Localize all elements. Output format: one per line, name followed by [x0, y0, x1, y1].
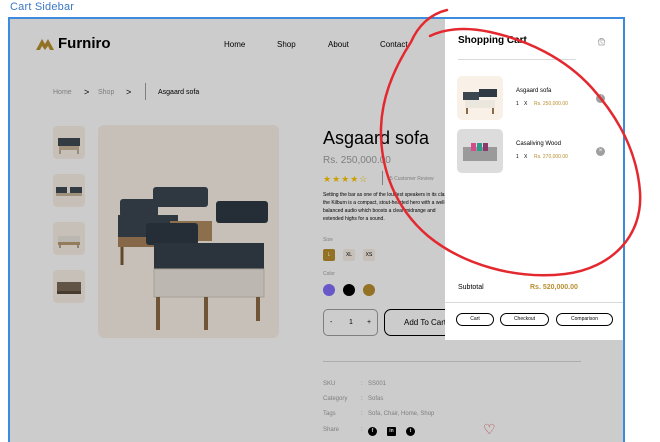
cart-item-times: X: [524, 101, 528, 107]
cart-item-price: Rs. 250,000.00: [534, 101, 568, 107]
cart-item-name[interactable]: Casaliving Wood: [516, 141, 561, 147]
cart-title-divider: [458, 59, 576, 60]
cart-sidebar: Shopping Cart Asgaard sofa 1 X Rs. 250,0…: [445, 19, 623, 340]
cart-item-name[interactable]: Asgaard sofa: [516, 88, 551, 94]
subtotal-label: Subtotal: [458, 284, 484, 291]
browser-frame: Furniro Home Shop About Contact Home > S…: [8, 17, 625, 442]
subtotal-value: Rs. 520,000.00: [530, 284, 578, 291]
remove-item-icon[interactable]: ×: [596, 94, 605, 103]
cart-item-qty: 1: [516, 154, 519, 160]
comparison-button[interactable]: Comparison: [556, 313, 613, 326]
remove-item-icon[interactable]: ×: [596, 147, 605, 156]
cart-item-price: Rs. 270,000.00: [534, 154, 568, 160]
cart-item-qty: 1: [516, 101, 519, 107]
cart-item-image: [457, 76, 503, 120]
cart-item-times: X: [524, 154, 528, 160]
cart-button[interactable]: Cart: [456, 313, 494, 326]
cart-item-image: [457, 129, 503, 173]
cart-footer-divider: [445, 302, 623, 303]
screenshot-caption: Cart Sidebar: [10, 1, 75, 13]
cart-title: Shopping Cart: [458, 35, 527, 46]
close-cart-icon[interactable]: [597, 37, 606, 46]
checkout-button[interactable]: Checkout: [500, 313, 549, 326]
